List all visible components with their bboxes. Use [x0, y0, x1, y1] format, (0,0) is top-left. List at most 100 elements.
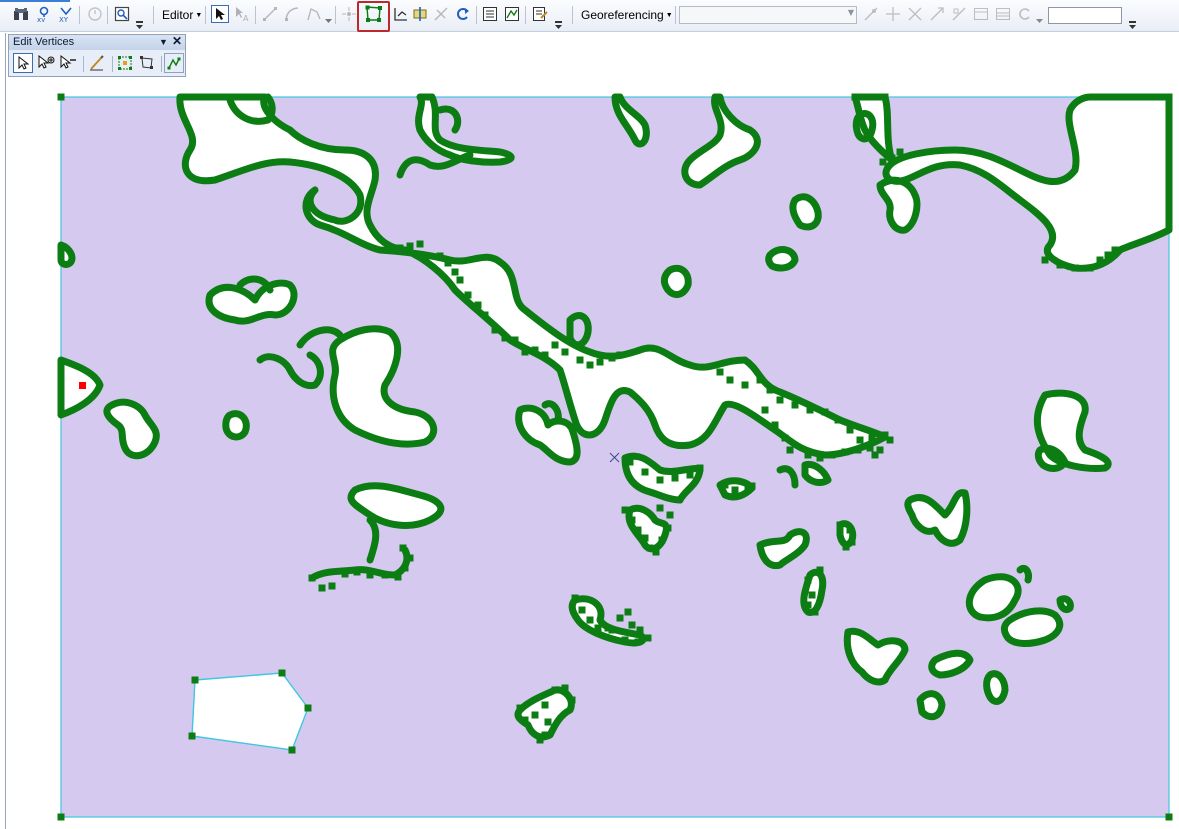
vertex-handle[interactable] [671, 474, 679, 482]
vertex-handle[interactable] [834, 416, 842, 424]
vertex-handle[interactable] [576, 356, 584, 364]
vertex-handle[interactable] [444, 259, 452, 267]
vertex-handle[interactable] [781, 434, 789, 442]
goto-xy-icon[interactable]: xy [35, 5, 53, 23]
vertex-handle[interactable] [836, 521, 844, 529]
create-viewer-icon[interactable] [113, 5, 131, 23]
vertex-handle[interactable] [846, 526, 854, 534]
vertex-handle[interactable] [308, 574, 316, 582]
vertex-handle[interactable] [608, 626, 616, 634]
vertex-handle[interactable] [851, 93, 859, 101]
vertex-handle[interactable] [641, 468, 649, 476]
vertex-handle[interactable] [664, 524, 672, 532]
vertex-handle[interactable] [896, 148, 904, 156]
vertex-handle[interactable] [188, 732, 196, 740]
vertex-handle[interactable] [531, 346, 539, 354]
vertex-handle[interactable] [401, 564, 409, 572]
reshape-feature-icon[interactable] [392, 5, 410, 23]
vertex-handle[interactable] [1104, 251, 1112, 259]
vertex-handle[interactable] [381, 571, 389, 579]
vertex-handle[interactable] [288, 746, 296, 754]
vertex-handle[interactable] [1056, 261, 1064, 269]
vertex-handle[interactable] [816, 454, 824, 462]
vertex-handle[interactable] [816, 566, 824, 574]
vertex-handle[interactable] [416, 240, 424, 248]
vertex-handle[interactable] [811, 608, 819, 616]
vertex-handle[interactable] [771, 421, 779, 429]
vertex-handle[interactable] [586, 361, 594, 369]
vertex-handle[interactable] [628, 621, 636, 629]
vertex-handle[interactable] [866, 444, 874, 452]
vertex-handle[interactable] [821, 408, 829, 416]
vertex-handle[interactable] [586, 616, 594, 624]
vertex-handle[interactable] [621, 506, 629, 514]
vertex-handle[interactable] [464, 291, 472, 299]
vertex-handle[interactable] [721, 481, 729, 489]
vertex-handle[interactable] [406, 242, 414, 250]
vertex-handle[interactable] [616, 614, 624, 622]
vertex-handle[interactable] [561, 348, 569, 356]
close-icon[interactable]: ✕ [172, 34, 182, 49]
vertex-handle[interactable] [394, 573, 402, 581]
vertex-handle[interactable] [521, 716, 529, 724]
vertex-handle[interactable] [656, 476, 664, 484]
vertex-handle[interactable] [641, 534, 649, 542]
vertex-handle[interactable] [626, 458, 634, 466]
vertex-handle[interactable] [628, 516, 636, 524]
vertex-handle[interactable] [646, 544, 654, 552]
vertex-handle[interactable] [726, 376, 734, 384]
vertex-handle[interactable] [57, 379, 65, 387]
georeferencing-menu-button[interactable]: Georeferencing ▼ [581, 6, 673, 24]
find-binoculars-icon[interactable] [12, 5, 30, 23]
vertex-handle[interactable] [399, 544, 407, 552]
vertex-handle[interactable] [318, 584, 326, 592]
vertex-handle[interactable] [786, 446, 794, 454]
vertex-handle[interactable] [791, 401, 799, 409]
sketch-properties-icon[interactable] [503, 5, 521, 23]
vertex-handle[interactable] [551, 341, 559, 349]
vertex-handle[interactable] [804, 451, 812, 459]
vertex-handle[interactable] [658, 536, 666, 544]
vertex-handle[interactable] [406, 554, 414, 562]
vertex-handle[interactable] [888, 154, 896, 162]
vertex-handle[interactable] [1165, 813, 1173, 821]
toolbar-options-grip[interactable] [136, 14, 143, 30]
vertex-handle[interactable] [848, 538, 856, 546]
reshape-button[interactable] [137, 53, 157, 73]
vertex-handle[interactable] [541, 701, 549, 709]
vertex-handle[interactable] [766, 386, 774, 394]
map-canvas[interactable] [0, 33, 1179, 829]
vertex-handle[interactable] [608, 354, 616, 362]
selected-vertex-handle[interactable] [79, 382, 86, 389]
vertex-handle[interactable] [666, 511, 674, 519]
vertex-handle[interactable] [1086, 264, 1094, 272]
toolbar-options-grip-georef[interactable] [1129, 14, 1136, 30]
vertex-handle[interactable] [366, 571, 374, 579]
vertex-handle[interactable] [804, 601, 812, 609]
vertex-handle[interactable] [531, 711, 539, 719]
vertex-handle[interactable] [536, 736, 544, 744]
vertex-handle[interactable] [57, 93, 65, 101]
sketch-properties-button[interactable] [87, 53, 107, 73]
vertex-handle[interactable] [501, 334, 509, 342]
vertex-handle[interactable] [686, 471, 694, 479]
vertex-handle[interactable] [776, 396, 784, 404]
vertex-handle[interactable] [481, 311, 489, 319]
vertex-handle[interactable] [451, 268, 459, 276]
vertex-handle[interactable] [741, 381, 749, 389]
vertex-handle[interactable] [616, 351, 624, 359]
vertex-handle[interactable] [868, 434, 876, 442]
vertex-handle[interactable] [304, 704, 312, 712]
vertex-handle[interactable] [731, 486, 739, 494]
vertex-handle[interactable] [804, 576, 812, 584]
vertex-handle[interactable] [644, 634, 652, 642]
vertex-handle[interactable] [191, 676, 199, 684]
vertex-handle[interactable] [1041, 256, 1049, 264]
edit-tool-button[interactable] [211, 5, 229, 23]
vertex-handle[interactable] [328, 582, 336, 590]
vertex-handle[interactable] [621, 636, 629, 644]
vertex-handle[interactable] [886, 436, 894, 444]
vertex-handle[interactable] [748, 482, 756, 490]
vertex-handle[interactable] [756, 376, 764, 384]
rotate-icon[interactable] [454, 5, 472, 23]
